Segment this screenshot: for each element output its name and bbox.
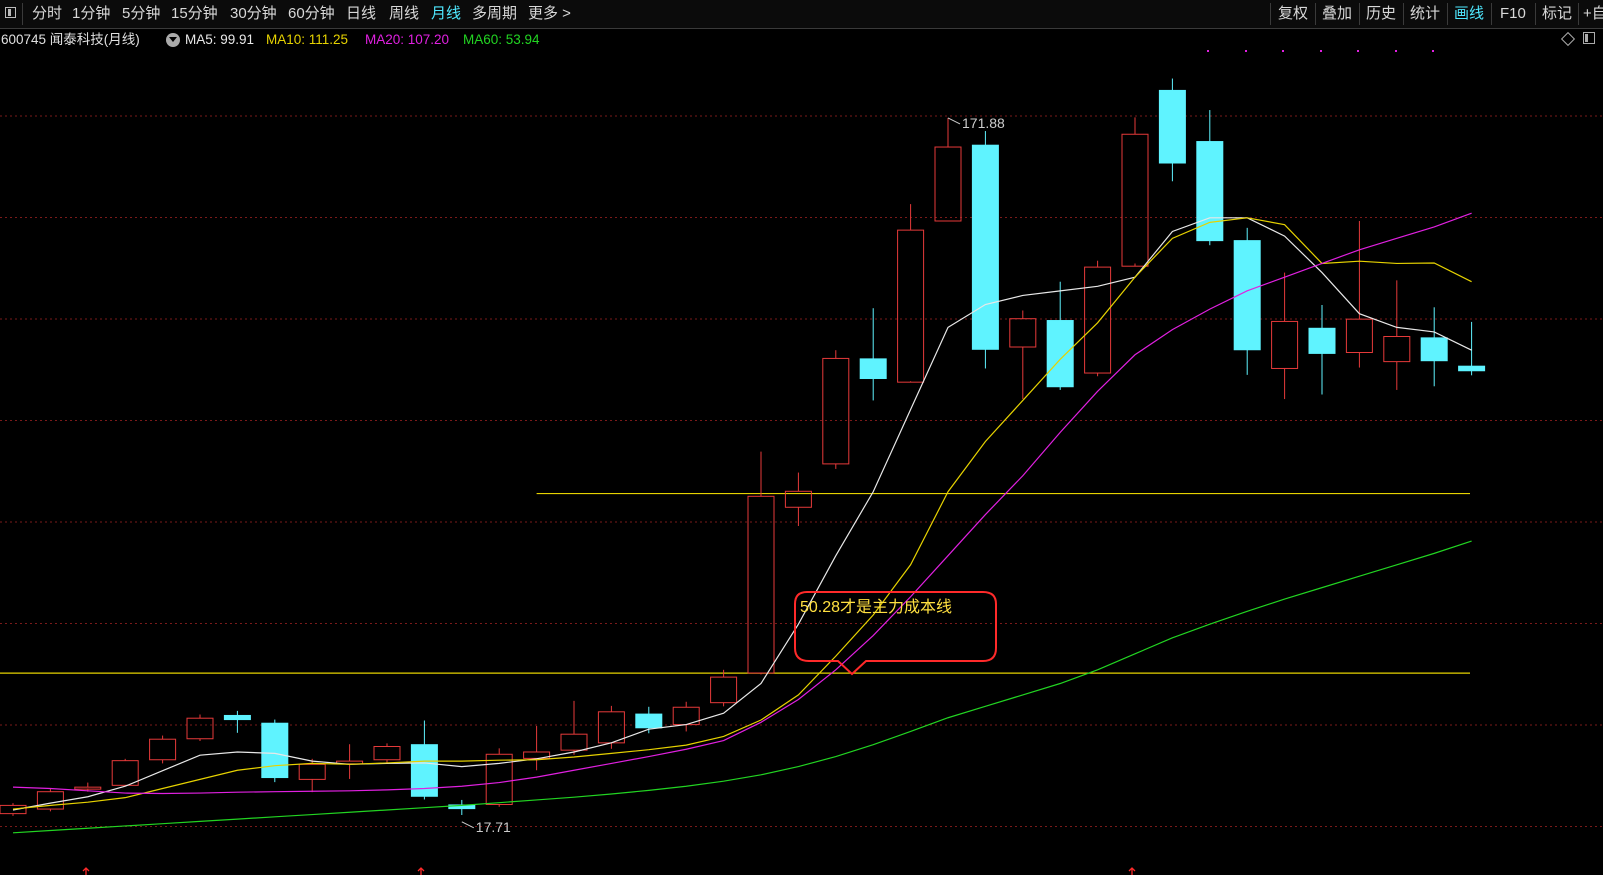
candle[interactable] (822, 350, 850, 469)
candle-body-down (1458, 365, 1486, 372)
candle-body-up (747, 495, 775, 674)
candle[interactable] (560, 700, 588, 755)
drawn-horizontal-lines (0, 492, 1470, 674)
candle[interactable] (934, 117, 962, 222)
candle[interactable] (971, 131, 999, 369)
marker-dot (1282, 50, 1284, 52)
candle-body-up (822, 357, 850, 465)
candle[interactable] (1046, 281, 1074, 390)
candle[interactable] (149, 735, 177, 764)
candle-body-up (710, 676, 738, 704)
candle-body-down (1308, 327, 1336, 354)
candle[interactable] (373, 743, 401, 764)
candle[interactable] (710, 669, 738, 707)
annotation-text: 50.28才是主力成本线 (800, 599, 953, 616)
ma60-line (12, 540, 1472, 834)
candles (0, 78, 1486, 816)
candle[interactable] (1084, 260, 1112, 377)
candle-body-up (1345, 318, 1373, 353)
candle[interactable] (1383, 280, 1411, 390)
candle[interactable] (1458, 321, 1486, 376)
candle-body-up (1084, 266, 1112, 374)
candle[interactable] (1196, 110, 1224, 246)
candle[interactable] (186, 714, 214, 742)
candle-body-up (1383, 336, 1411, 363)
candle[interactable] (448, 799, 476, 815)
candle-body-up (373, 746, 401, 761)
candle-body-up (186, 717, 214, 740)
candle-body-up (74, 786, 102, 790)
marker-dot (1245, 50, 1247, 52)
candle[interactable] (859, 308, 887, 401)
candle-body-up (1271, 320, 1299, 369)
high-pointer (947, 117, 961, 125)
candle-body-down (1420, 337, 1448, 362)
candle-body-up (560, 733, 588, 751)
candle[interactable] (485, 748, 513, 807)
candle-body-down (635, 713, 663, 729)
signal-arrow-icon (1128, 867, 1136, 875)
candle-body-down (223, 714, 251, 721)
candle-body-down (971, 144, 999, 350)
marker-dot (1395, 50, 1397, 52)
candle-body-up (298, 763, 326, 780)
signal-arrow-icon (82, 867, 90, 875)
candle-body-down (1046, 320, 1074, 388)
candle[interactable] (36, 788, 64, 812)
candle-body-up (934, 146, 962, 222)
low-pointer (461, 821, 475, 829)
marker-dot (1320, 50, 1322, 52)
candle-body-up (897, 229, 925, 383)
candle-body-up (1009, 318, 1037, 348)
candle[interactable] (747, 451, 775, 675)
marker-dot (1432, 50, 1434, 52)
candle[interactable] (1308, 305, 1336, 395)
candle[interactable] (223, 710, 251, 733)
candle-body-down (1158, 89, 1186, 164)
candlestick-chart[interactable]: 171.88 17.71 (0, 0, 1603, 875)
candle[interactable] (1233, 227, 1261, 375)
high-price-label: 171.88 (962, 115, 1005, 131)
candle[interactable] (672, 701, 700, 732)
candle[interactable] (1009, 310, 1037, 400)
candle-body-up (111, 760, 139, 786)
signal-arrow-icon (417, 867, 425, 875)
marker-dot (1207, 50, 1209, 52)
candle[interactable] (897, 204, 925, 383)
candle[interactable] (1158, 78, 1186, 182)
candle-body-down (261, 722, 289, 779)
candle-body-up (1121, 133, 1149, 267)
candle[interactable] (1121, 117, 1149, 267)
marker-dot (1357, 50, 1359, 52)
candle-body-down (859, 358, 887, 380)
candle[interactable] (1345, 220, 1373, 368)
low-price-label: 17.71 (476, 819, 511, 835)
candle[interactable] (336, 744, 364, 779)
candle-body-up (597, 711, 625, 744)
candle[interactable] (261, 719, 289, 783)
candle[interactable] (1271, 272, 1299, 400)
candle-body-up (149, 738, 177, 761)
candle[interactable] (784, 472, 812, 526)
candle[interactable] (523, 725, 551, 771)
